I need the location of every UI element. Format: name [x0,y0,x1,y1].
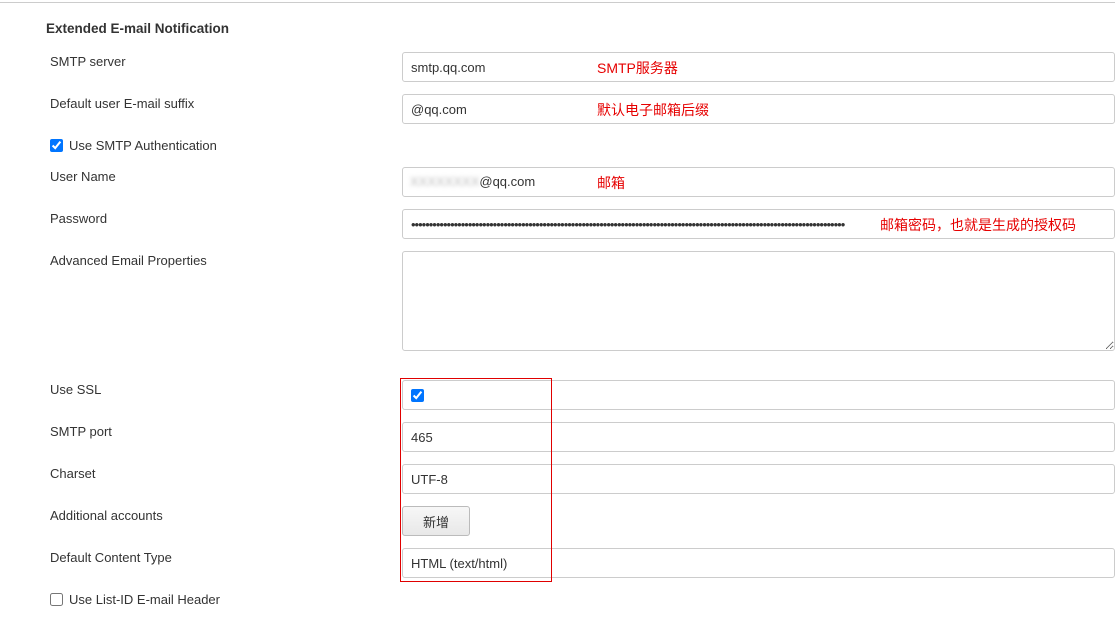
label-use-ssl: Use SSL [46,374,402,405]
label-default-suffix: Default user E-mail suffix [46,88,402,119]
label-use-smtp-auth: Use SMTP Authentication [69,138,217,153]
label-user-name: User Name [46,161,402,192]
charset-input[interactable] [402,464,1115,494]
label-smtp-port: SMTP port [46,416,402,447]
default-content-type-select[interactable]: HTML (text/html) [402,548,1115,578]
use-list-id-checkbox[interactable] [50,593,63,606]
use-smtp-auth-checkbox[interactable] [50,139,63,152]
label-charset: Charset [46,458,402,489]
label-default-content-type: Default Content Type [46,542,402,573]
use-ssl-checkbox[interactable] [411,389,424,402]
smtp-server-input[interactable] [402,52,1115,82]
label-use-list-id: Use List-ID E-mail Header [69,592,220,607]
advanced-properties-textarea[interactable] [402,251,1115,351]
use-ssl-wrap [402,380,1115,410]
default-suffix-input[interactable] [402,94,1115,124]
password-input[interactable] [402,209,1115,239]
user-name-input[interactable] [402,167,1115,197]
smtp-port-input[interactable] [402,422,1115,452]
section-title: Extended E-mail Notification [46,21,1115,36]
config-section: Extended E-mail Notification SMTP server… [0,3,1115,629]
label-password: Password [46,203,402,234]
label-additional-accounts: Additional accounts [46,500,402,531]
label-smtp-server: SMTP server [46,46,402,77]
add-button[interactable]: 新增 [402,506,470,536]
label-advanced: Advanced Email Properties [46,245,402,276]
